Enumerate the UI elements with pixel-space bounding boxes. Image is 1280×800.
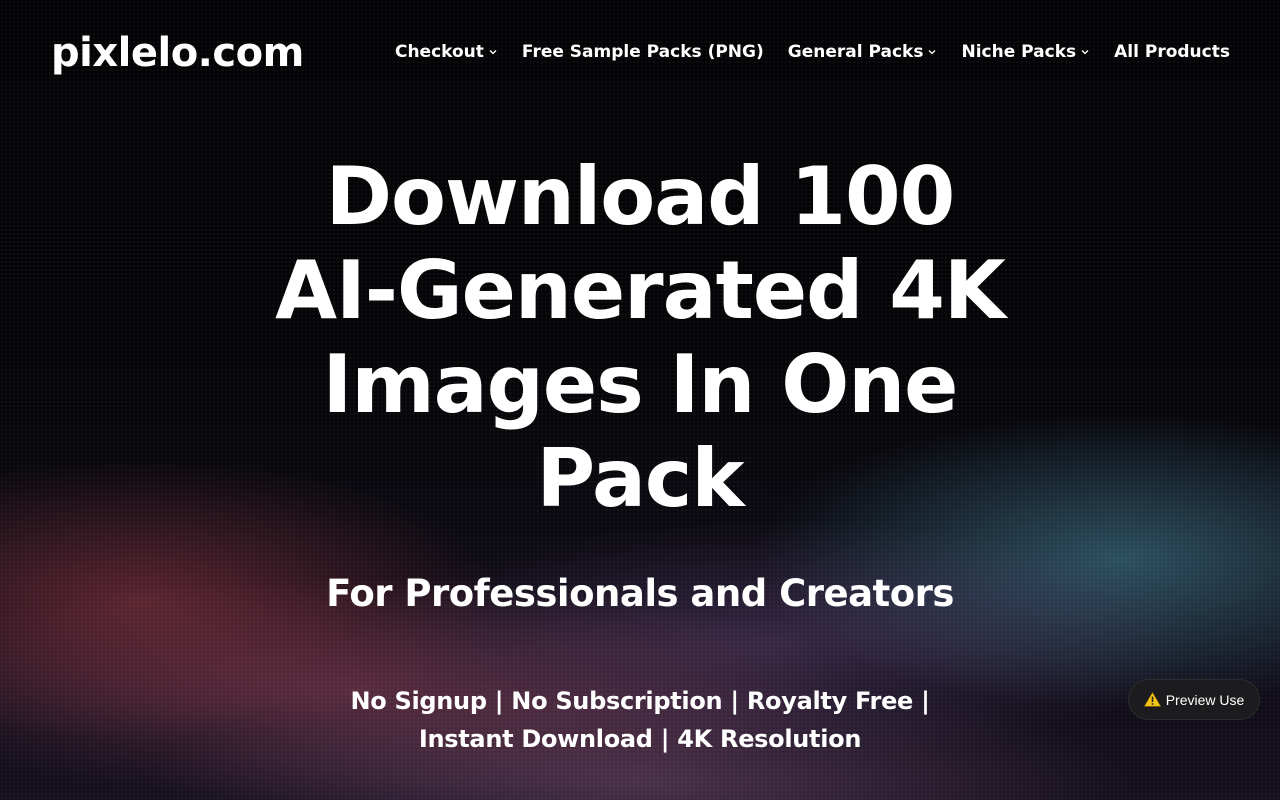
nav-item-label: General Packs — [787, 42, 924, 62]
chevron-down-icon — [1081, 50, 1089, 55]
nav-item-label: Free Sample Packs (PNG) — [521, 42, 764, 62]
nav-item-label: All Products — [1114, 42, 1230, 62]
nav-item-free-sample-packs[interactable]: Free Sample Packs (PNG) — [522, 42, 764, 62]
hero-headline: Download 100 AI-Generated 4K Images In O… — [275, 150, 1006, 525]
nav-item-label: Checkout — [394, 42, 484, 62]
nav-item-label: Niche Packs — [961, 42, 1077, 62]
nav-item-checkout[interactable]: Checkout — [395, 42, 498, 62]
hero-subheadline: For Professionals and Creators — [326, 572, 954, 615]
site-header: pixlelo.com Checkout Free Sample Packs (… — [0, 0, 1280, 110]
warning-icon — [1143, 692, 1161, 707]
hero-section: Download 100 AI-Generated 4K Images In O… — [0, 150, 1280, 758]
nav-item-general-packs[interactable]: General Packs — [788, 42, 938, 62]
main-nav: Checkout Free Sample Packs (PNG) General… — [395, 42, 1230, 62]
hero-features: No Signup | No Subscription | Royalty Fr… — [350, 687, 930, 753]
chevron-down-icon — [929, 50, 936, 55]
site-logo[interactable]: pixlelo.com — [51, 30, 304, 76]
chevron-down-icon — [489, 50, 497, 55]
preview-use-label: Preview Use — [1165, 691, 1245, 708]
preview-use-badge[interactable]: Preview Use — [1128, 679, 1260, 720]
nav-item-all-products[interactable]: All Products — [1114, 42, 1230, 62]
nav-item-niche-packs[interactable]: Niche Packs — [961, 42, 1090, 62]
